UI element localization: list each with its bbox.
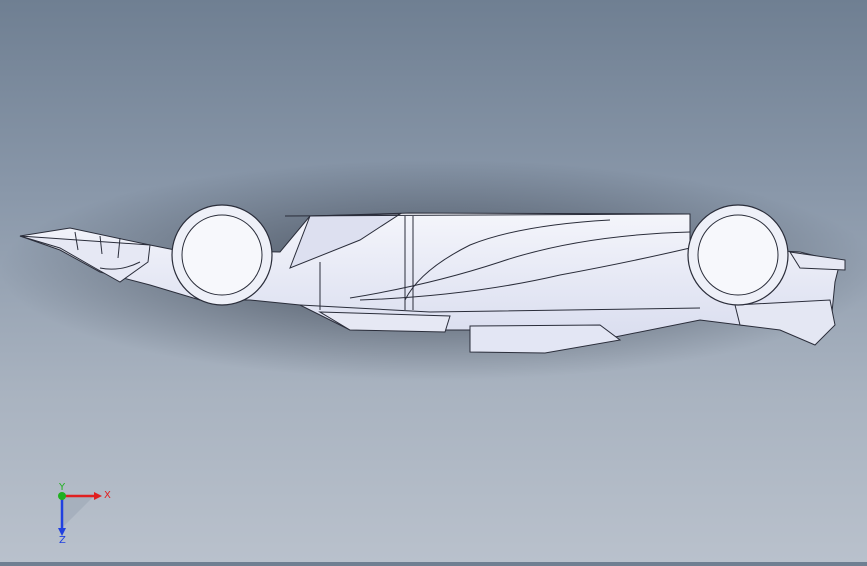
car-model[interactable] [0, 0, 867, 562]
axis-triad: X Y Z [44, 482, 114, 546]
y-axis-dot [58, 492, 66, 500]
rear-wheel [687, 204, 789, 306]
z-axis-label: Z [59, 535, 66, 544]
y-axis-label: Y [58, 482, 66, 493]
graphics-viewport[interactable] [0, 0, 867, 562]
x-axis-label: X [104, 490, 111, 501]
x-axis-arrow [94, 492, 102, 500]
triad-plane [62, 496, 94, 528]
front-wheel [171, 204, 273, 306]
